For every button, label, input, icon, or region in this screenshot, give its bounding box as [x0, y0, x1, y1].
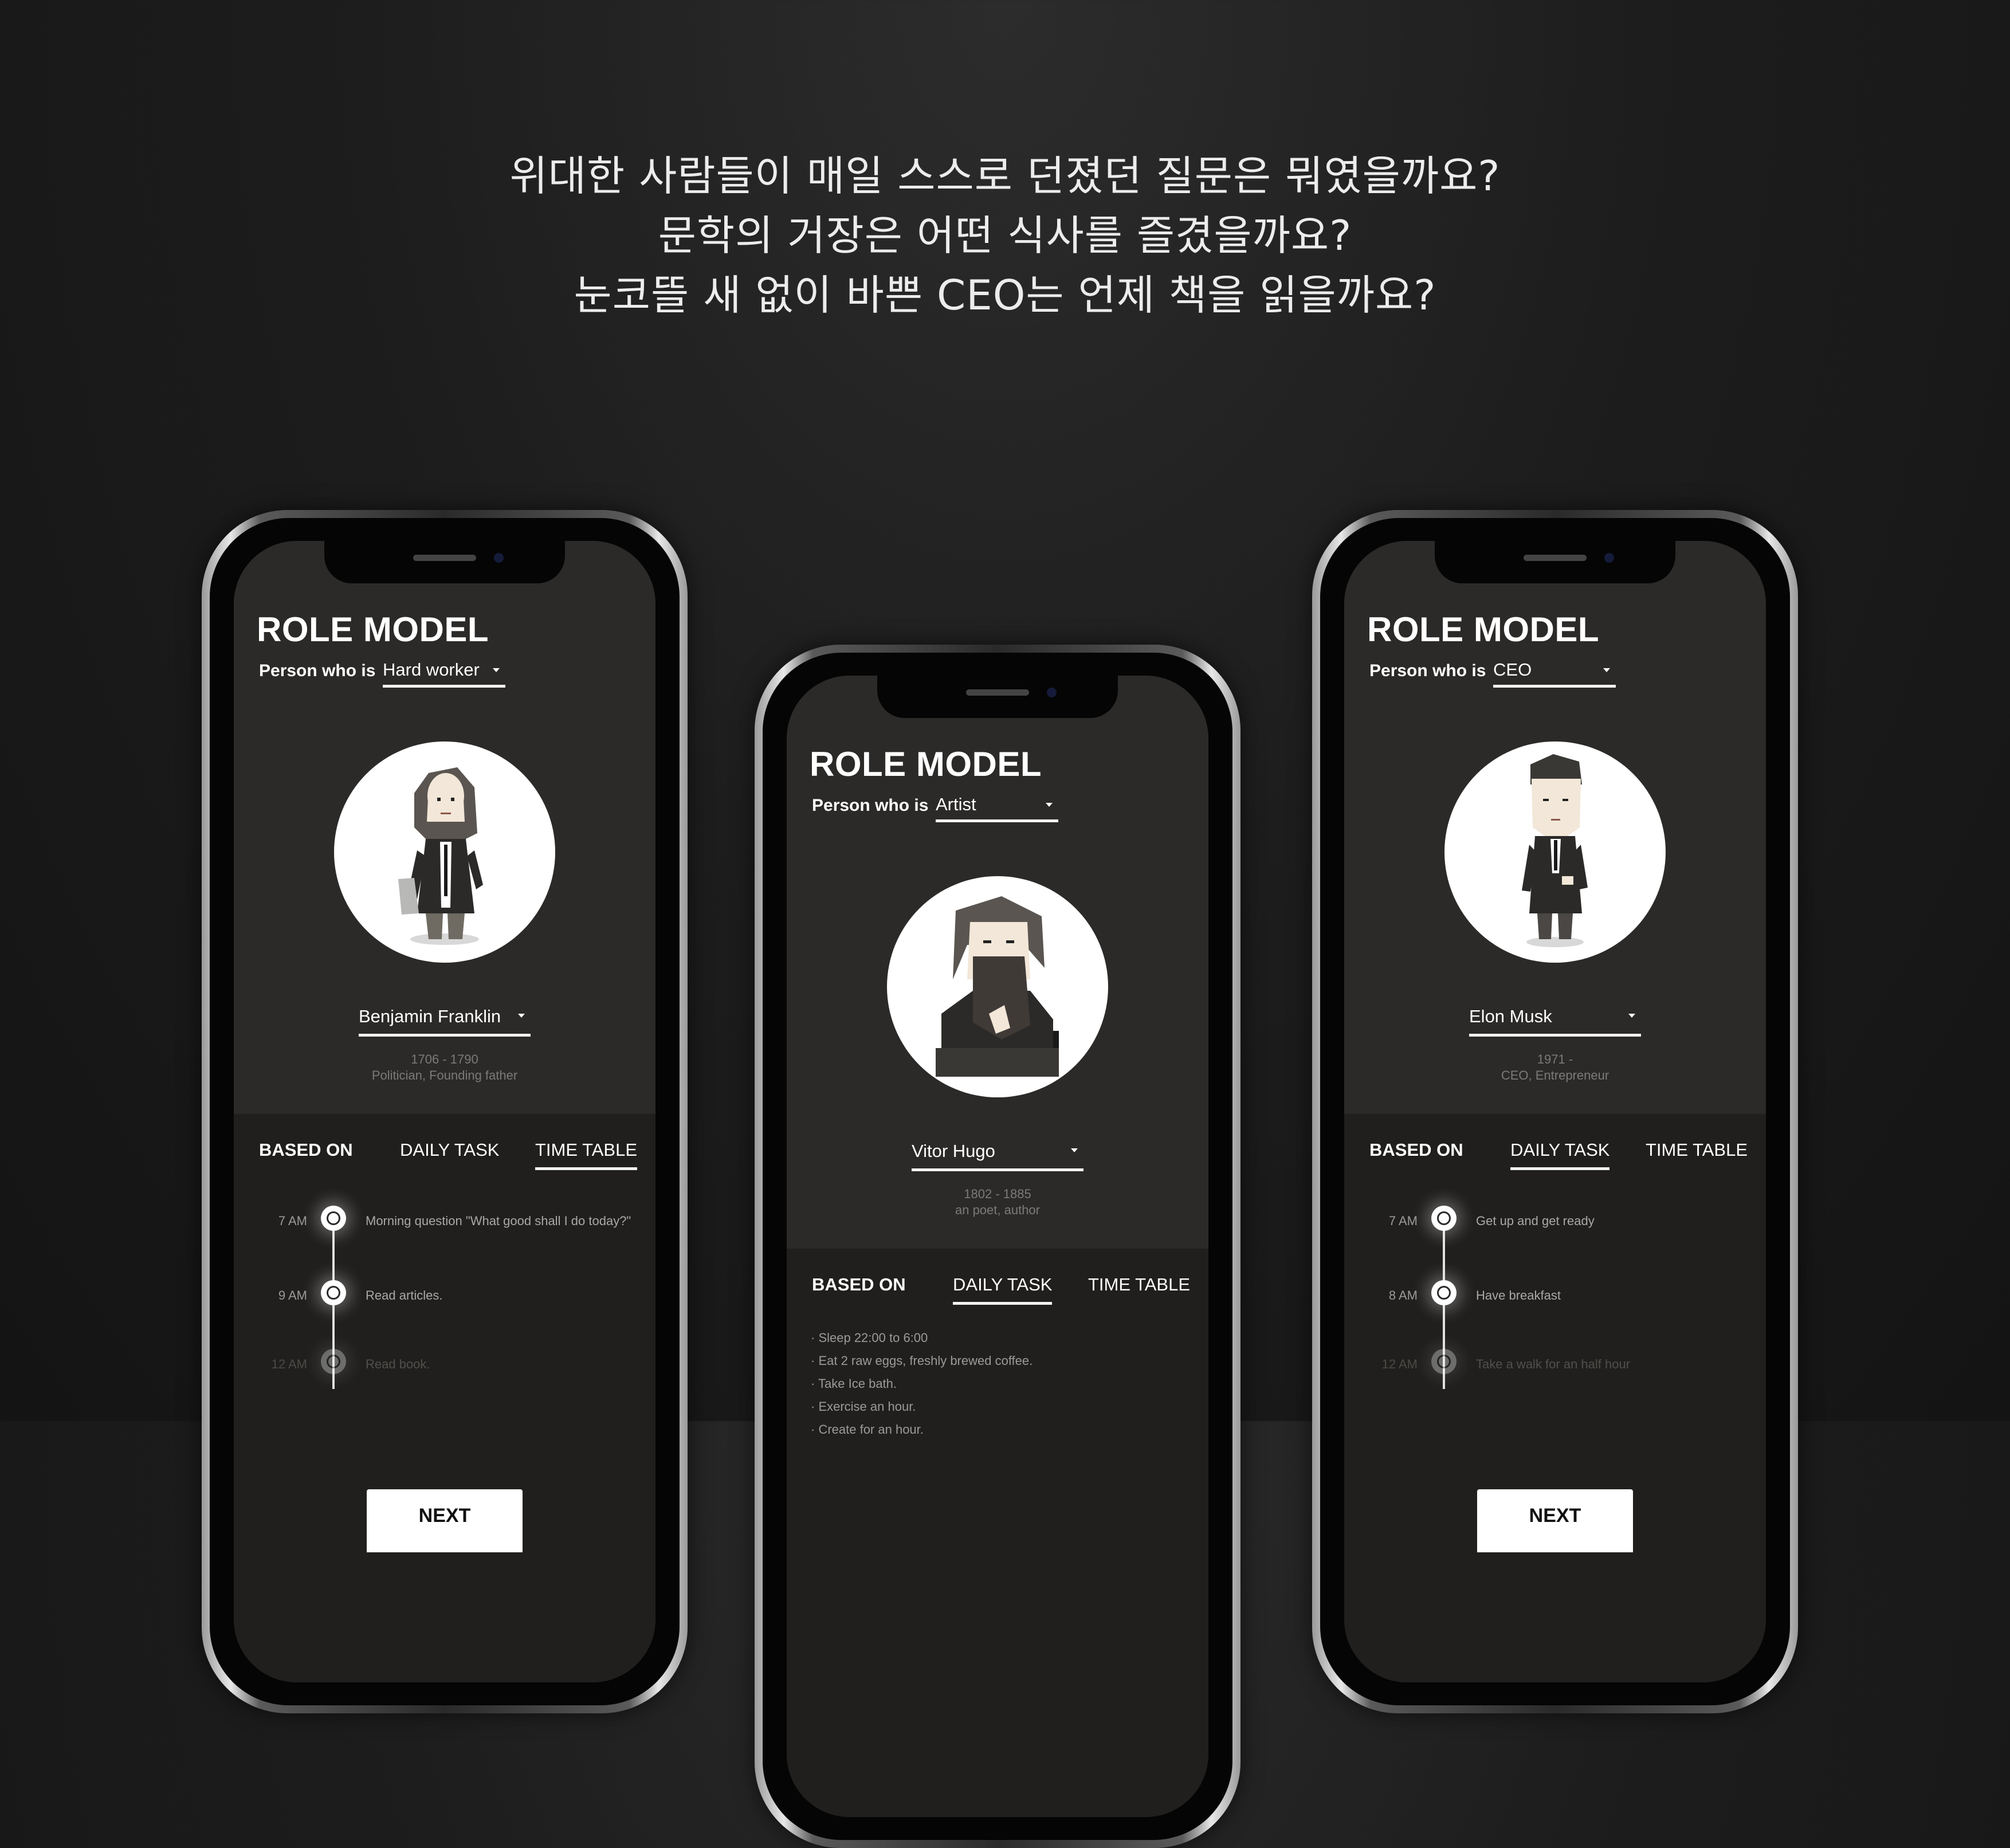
tab-time-table[interactable]: TIME TABLE	[1088, 1274, 1190, 1302]
timeline-dot-icon	[321, 1280, 346, 1305]
person-years: 1802 - 1885	[964, 1187, 1031, 1201]
chevron-down-icon	[1628, 1014, 1635, 1018]
next-button[interactable]: NEXT	[367, 1489, 523, 1552]
page-title: ROLE MODEL	[1367, 610, 1599, 649]
based-on-label: BASED ON	[259, 1140, 353, 1160]
tab-daily-task[interactable]: DAILY TASK	[400, 1140, 499, 1167]
timeline-item: 12 AM Read book.	[234, 1349, 655, 1383]
notch	[1435, 541, 1675, 583]
category-value: CEO	[1493, 660, 1532, 680]
category-value: Artist	[936, 794, 976, 814]
based-on-label: BASED ON	[1369, 1140, 1463, 1160]
category-select[interactable]: Artist	[936, 793, 1058, 822]
timeline-dot-icon	[1431, 1349, 1457, 1374]
next-button[interactable]: NEXT	[1477, 1489, 1633, 1552]
phone-middle: ROLE MODEL Person who is Artist Vitor Hu…	[755, 645, 1240, 1848]
timeline: 7 AM Morning question "What good shall I…	[234, 1206, 655, 1435]
headline-line-3: 눈코뜰 새 없이 바쁜 CEO는 언제 책을 읽을까요?	[574, 271, 1436, 319]
person-select[interactable]: Vitor Hugo	[912, 1139, 1083, 1171]
person-years: 1971 -	[1537, 1052, 1573, 1066]
person-name: Benjamin Franklin	[359, 1006, 501, 1026]
list-item: · Take Ice bath.	[811, 1376, 897, 1391]
person-role: an poet, author	[955, 1203, 1040, 1217]
daily-task-list: · Sleep 22:00 to 6:00 · Eat 2 raw eggs, …	[811, 1331, 1191, 1445]
avatar-musk	[1444, 741, 1666, 963]
page-title: ROLE MODEL	[810, 745, 1042, 783]
timeline-item: 7 AM Get up and get ready	[1344, 1206, 1766, 1240]
tab-time-table[interactable]: TIME TABLE	[1646, 1140, 1748, 1167]
tab-bar: BASED ON DAILY TASK TIME TABLE	[234, 1140, 655, 1180]
person-years: 1706 - 1790	[411, 1052, 478, 1066]
chevron-down-icon	[493, 668, 500, 672]
phone-screen: ROLE MODEL Person who is Hard worker Ben…	[234, 541, 655, 1682]
phone-screen: ROLE MODEL Person who is CEO Elon Musk 1…	[1344, 541, 1766, 1682]
chevron-down-icon	[518, 1014, 525, 1018]
tab-daily-task[interactable]: DAILY TASK	[1510, 1140, 1610, 1170]
timeline-dot-icon	[1431, 1206, 1457, 1231]
phone-left: ROLE MODEL Person who is Hard worker Ben…	[202, 510, 688, 1713]
phone-right: ROLE MODEL Person who is CEO Elon Musk 1…	[1312, 510, 1798, 1713]
chevron-down-icon	[1603, 668, 1610, 672]
notch	[877, 676, 1118, 718]
timeline-dot-icon	[321, 1206, 346, 1231]
person-label: Person who is	[259, 661, 376, 680]
timeline-item: 7 AM Morning question "What good shall I…	[234, 1206, 655, 1240]
based-on-label: BASED ON	[812, 1274, 906, 1294]
list-item: · Sleep 22:00 to 6:00	[811, 1331, 928, 1345]
tab-time-table[interactable]: TIME TABLE	[535, 1140, 638, 1170]
notch	[324, 541, 565, 583]
person-select[interactable]: Benjamin Franklin	[359, 1004, 531, 1037]
headline: 위대한 사람들이 매일 스스로 던졌던 질문은 뭐였을까요? 문학의 거장은 어…	[0, 146, 2010, 325]
list-item: · Eat 2 raw eggs, freshly brewed coffee.	[811, 1353, 1033, 1368]
person-role: CEO, Entrepreneur	[1501, 1068, 1609, 1082]
person-label: Person who is	[812, 796, 929, 815]
tab-bar: BASED ON DAILY TASK TIME TABLE	[787, 1274, 1208, 1315]
chevron-down-icon	[1071, 1148, 1078, 1152]
avatar-hugo	[887, 876, 1108, 1097]
headline-line-2: 문학의 거장은 어떤 식사를 즐겼을까요?	[658, 211, 1352, 260]
chevron-down-icon	[1046, 803, 1053, 807]
tab-daily-task[interactable]: DAILY TASK	[953, 1274, 1053, 1305]
person-name: Vitor Hugo	[912, 1141, 995, 1161]
franklin-illustration-icon	[398, 767, 483, 945]
headline-line-1: 위대한 사람들이 매일 스스로 던졌던 질문은 뭐였을까요?	[509, 152, 1501, 200]
timeline-dot-icon	[1431, 1280, 1457, 1305]
hugo-illustration-icon	[887, 896, 1108, 1097]
category-value: Hard worker	[383, 660, 480, 680]
person-role: Politician, Founding father	[371, 1068, 518, 1082]
timeline-item: 9 AM Read articles.	[234, 1280, 655, 1315]
category-select[interactable]: CEO	[1493, 658, 1616, 688]
timeline-item: 12 AM Take a walk for an half hour	[1344, 1349, 1766, 1383]
tab-bar: BASED ON DAILY TASK TIME TABLE	[1344, 1140, 1766, 1180]
timeline-dot-icon	[321, 1349, 346, 1374]
list-item: · Exercise an hour.	[811, 1399, 916, 1414]
avatar-franklin	[334, 741, 555, 963]
page-title: ROLE MODEL	[257, 610, 489, 649]
person-select[interactable]: Elon Musk	[1469, 1004, 1641, 1037]
musk-illustration-icon	[1522, 754, 1588, 947]
timeline: 7 AM Get up and get ready 8 AM Have brea…	[1344, 1206, 1766, 1435]
timeline-item: 8 AM Have breakfast	[1344, 1280, 1766, 1315]
category-select[interactable]: Hard worker	[383, 658, 505, 688]
list-item: · Create for an hour.	[811, 1422, 924, 1437]
person-label: Person who is	[1369, 661, 1486, 680]
person-name: Elon Musk	[1469, 1006, 1552, 1026]
phone-screen: ROLE MODEL Person who is Artist Vitor Hu…	[787, 676, 1208, 1817]
